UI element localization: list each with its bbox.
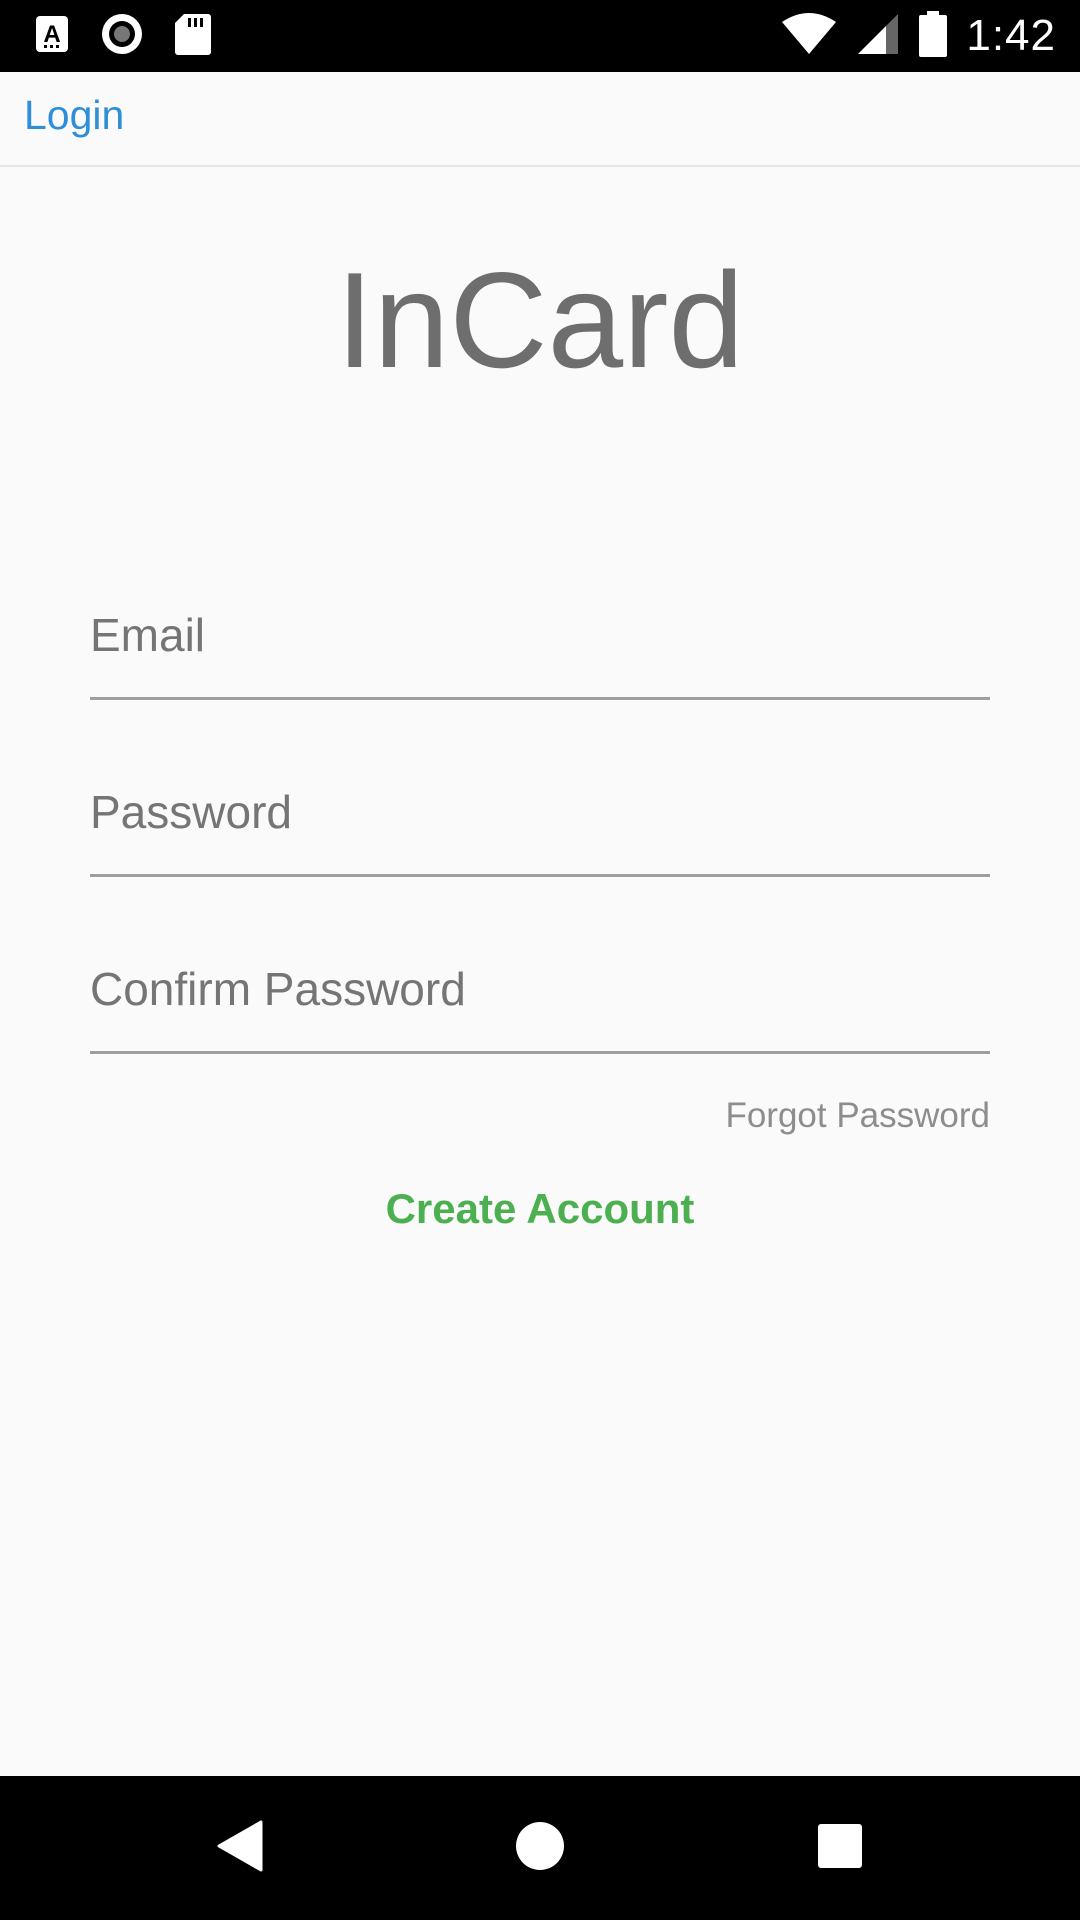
status-right-icons: 1:42 [780,0,1056,72]
status-left-icons: A [34,12,212,60]
home-icon [515,1821,565,1876]
record-icon [100,12,144,61]
back-button[interactable] [160,1776,320,1920]
recent-apps-button[interactable] [760,1776,920,1920]
forgot-password-link[interactable]: Forgot Password [725,1096,990,1136]
signal-icon [856,12,900,61]
email-input[interactable] [90,600,990,670]
status-bar: A 1:42 [0,0,1080,72]
create-account-button[interactable]: Create Account [0,1185,1080,1233]
login-link[interactable]: Login [24,92,124,139]
email-field [90,600,990,700]
recent-apps-icon [817,1823,863,1874]
battery-icon [918,10,948,62]
password-field [90,777,990,877]
svg-text:A: A [43,21,60,48]
back-icon [217,1820,263,1877]
app-title: InCard [335,244,745,396]
status-time: 1:42 [966,11,1056,60]
sd-card-icon [174,12,212,61]
confirm-password-field [90,954,990,1054]
password-input[interactable] [90,777,990,847]
confirm-password-input[interactable] [90,954,990,1024]
top-bar: Login [0,72,1080,167]
home-button[interactable] [460,1776,620,1920]
screen: A 1:42 Login InCard Email Forgot Passwor… [0,0,1080,1920]
wifi-icon [780,12,838,61]
nav-bar [0,1776,1080,1920]
a-icon: A [34,14,70,59]
